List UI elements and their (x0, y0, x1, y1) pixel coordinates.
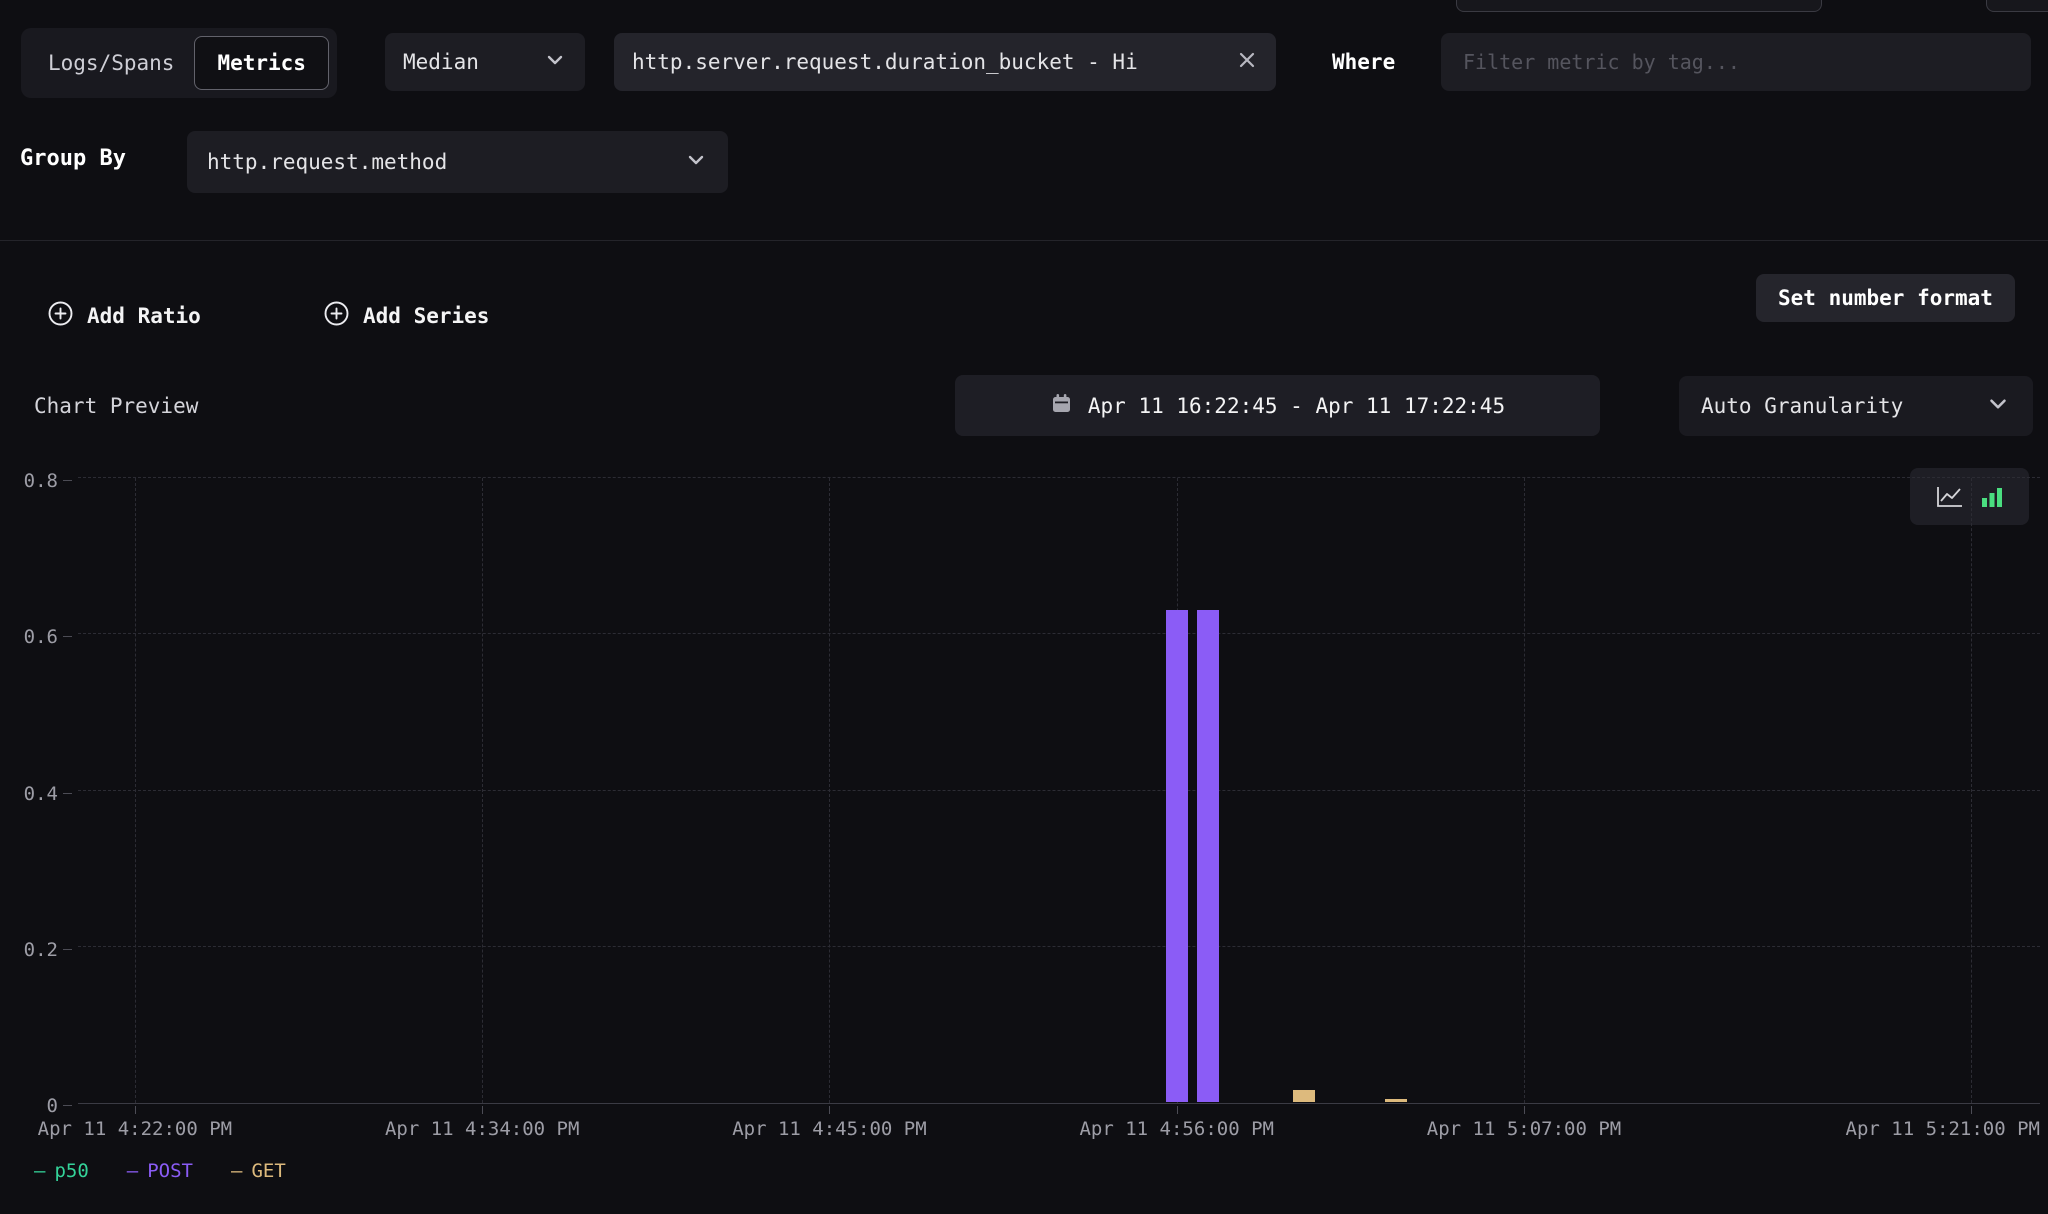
x-axis-label: Apr 11 5:21:00 PM (1846, 1118, 2040, 1140)
h-gridline (78, 477, 2040, 478)
time-range-value: Apr 11 16:22:45 - Apr 11 17:22:45 (1088, 394, 1505, 418)
v-gridline (482, 478, 483, 1103)
chart-preview-title: Chart Preview (34, 394, 198, 418)
add-ratio-button[interactable]: Add Ratio (47, 298, 201, 334)
y-tick-mark (63, 1105, 72, 1106)
y-axis-label: 0.6 (24, 626, 58, 648)
bar-POST[interactable] (1166, 610, 1188, 1102)
add-series-button[interactable]: Add Series (323, 298, 489, 334)
y-axis-label: 0.4 (24, 783, 58, 805)
x-axis-label: Apr 11 4:45:00 PM (732, 1118, 926, 1140)
legend-item-GET[interactable]: — GET (231, 1160, 286, 1182)
chevron-down-icon (684, 148, 708, 177)
plot-area (78, 478, 2040, 1104)
plus-circle-icon (47, 300, 74, 332)
legend-marker: — (127, 1160, 138, 1182)
chart-legend: — p50 — POST — GET (34, 1160, 286, 1182)
y-tick-mark (63, 636, 72, 637)
cropped-top-input[interactable] (1456, 0, 1822, 12)
time-range-picker[interactable]: Apr 11 16:22:45 - Apr 11 17:22:45 (955, 375, 1600, 436)
x-tick-mark (829, 1106, 830, 1114)
x-tick-mark (482, 1106, 483, 1114)
legend-label: POST (147, 1160, 193, 1182)
x-tick-mark (1971, 1106, 1972, 1114)
add-series-label: Add Series (363, 304, 489, 328)
calendar-icon (1050, 392, 1073, 420)
legend-item-p50[interactable]: — p50 (34, 1160, 89, 1182)
x-axis-label: Apr 11 5:07:00 PM (1427, 1118, 1621, 1140)
x-axis-label: Apr 11 4:22:00 PM (38, 1118, 232, 1140)
source-toggle-group: Logs/Spans Metrics (21, 28, 337, 98)
cropped-top-control[interactable] (1986, 0, 2048, 12)
v-gridline (829, 478, 830, 1103)
metric-selector[interactable]: http.server.request.duration_bucket - Hi (614, 33, 1276, 91)
section-divider (0, 240, 2048, 241)
y-tick-mark (63, 793, 72, 794)
y-axis-label: 0.2 (24, 939, 58, 961)
where-label: Where (1332, 50, 1395, 74)
bar-GET[interactable] (1385, 1099, 1407, 1102)
v-gridline (135, 478, 136, 1103)
x-tick-mark (1177, 1106, 1178, 1114)
group-by-label: Group By (20, 146, 126, 171)
v-gridline (1971, 478, 1972, 1103)
y-axis: 00.20.40.60.8 (0, 478, 78, 1105)
legend-marker: — (34, 1160, 45, 1182)
set-number-format-button[interactable]: Set number format (1756, 274, 2015, 322)
aggregation-dropdown[interactable]: Median (385, 33, 585, 91)
aggregation-value: Median (403, 50, 479, 74)
legend-label: p50 (54, 1160, 88, 1182)
legend-item-POST[interactable]: — POST (127, 1160, 193, 1182)
x-axis-label: Apr 11 4:34:00 PM (385, 1118, 579, 1140)
add-ratio-label: Add Ratio (87, 304, 201, 328)
y-tick-mark (63, 480, 72, 481)
x-tick-mark (1524, 1106, 1525, 1114)
y-axis-label: 0 (47, 1095, 58, 1117)
v-gridline (1524, 478, 1525, 1103)
h-gridline (78, 633, 2040, 634)
metrics-tab[interactable]: Metrics (194, 36, 329, 90)
group-by-value: http.request.method (207, 150, 447, 174)
bar-GET[interactable] (1293, 1090, 1315, 1102)
group-by-dropdown[interactable]: http.request.method (187, 131, 728, 193)
metric-name: http.server.request.duration_bucket - Hi (632, 50, 1138, 74)
bar-POST[interactable] (1197, 610, 1219, 1102)
close-icon[interactable] (1236, 49, 1258, 76)
granularity-value: Auto Granularity (1701, 394, 1903, 418)
legend-label: GET (251, 1160, 285, 1182)
x-axis: Apr 11 4:22:00 PMApr 11 4:34:00 PMApr 11… (78, 1105, 2040, 1149)
chevron-down-icon (1985, 391, 2011, 422)
chevron-down-icon (543, 48, 567, 77)
filter-input[interactable] (1441, 33, 2031, 91)
x-axis-label: Apr 11 4:56:00 PM (1079, 1118, 1273, 1140)
logs-spans-tab[interactable]: Logs/Spans (21, 51, 194, 75)
y-tick-mark (63, 949, 72, 950)
x-tick-mark (135, 1106, 136, 1114)
legend-marker: — (231, 1160, 242, 1182)
y-axis-label: 0.8 (24, 470, 58, 492)
granularity-dropdown[interactable]: Auto Granularity (1679, 376, 2033, 436)
h-gridline (78, 790, 2040, 791)
plus-circle-icon (323, 300, 350, 332)
h-gridline (78, 946, 2040, 947)
